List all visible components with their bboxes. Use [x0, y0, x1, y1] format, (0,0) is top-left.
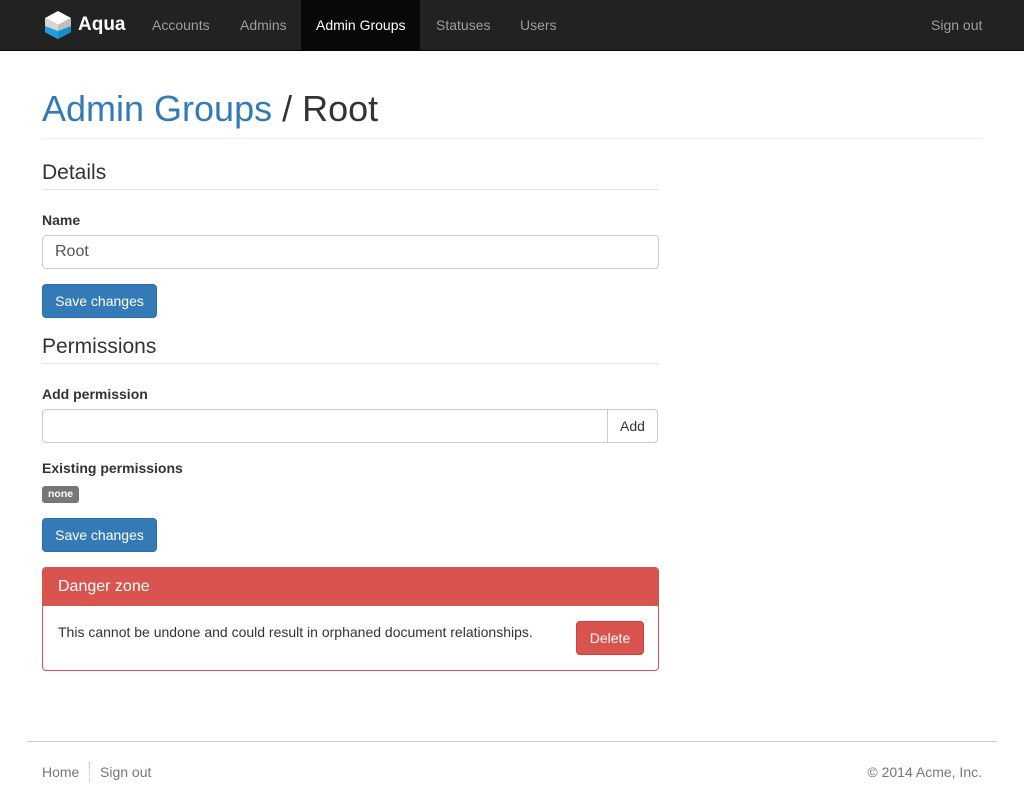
name-input[interactable]	[42, 235, 659, 269]
danger-zone-heading: Danger zone	[43, 568, 658, 606]
existing-permissions-label: Existing permissions	[42, 460, 183, 476]
nav-sign-out[interactable]: Sign out	[916, 0, 997, 50]
footer-copyright: © 2014 Acme, Inc.	[867, 764, 982, 780]
page-title-text: Root	[302, 88, 379, 129]
delete-button[interactable]: Delete	[576, 621, 644, 655]
brand-name: Aqua	[78, 14, 126, 35]
top-navbar: Aqua Accounts Admins Admin Groups Status…	[0, 0, 1024, 51]
nav-users[interactable]: Users	[505, 0, 572, 50]
nav-accounts[interactable]: Accounts	[137, 0, 225, 50]
add-permission-label: Add permission	[42, 386, 148, 402]
footer-home-link[interactable]: Home	[42, 764, 79, 780]
save-permissions-button[interactable]: Save changes	[42, 518, 157, 552]
footer-sign-out-link[interactable]: Sign out	[100, 764, 151, 780]
no-permissions-badge: none	[42, 486, 80, 503]
title-divider	[42, 138, 982, 139]
breadcrumb-separator: /	[272, 88, 303, 129]
add-permission-input[interactable]	[42, 409, 608, 443]
nav-admins[interactable]: Admins	[225, 0, 302, 50]
page-title: Admin Groups / Root	[42, 88, 378, 130]
danger-zone-panel: Danger zone This cannot be undone and co…	[42, 567, 659, 671]
add-permission-button[interactable]: Add	[607, 409, 658, 443]
footer-separator	[89, 762, 90, 782]
details-heading: Details	[42, 161, 659, 190]
brand-link[interactable]: Aqua	[42, 9, 126, 41]
breadcrumb-admin-groups[interactable]: Admin Groups	[42, 88, 272, 129]
nav-admin-groups[interactable]: Admin Groups	[301, 0, 421, 50]
footer-divider	[27, 741, 997, 742]
danger-zone-message: This cannot be undone and could result i…	[58, 624, 533, 640]
permissions-heading: Permissions	[42, 335, 659, 364]
save-details-button[interactable]: Save changes	[42, 284, 157, 318]
name-label: Name	[42, 212, 81, 228]
nav-statuses[interactable]: Statuses	[421, 0, 505, 50]
cube-icon	[45, 11, 71, 39]
